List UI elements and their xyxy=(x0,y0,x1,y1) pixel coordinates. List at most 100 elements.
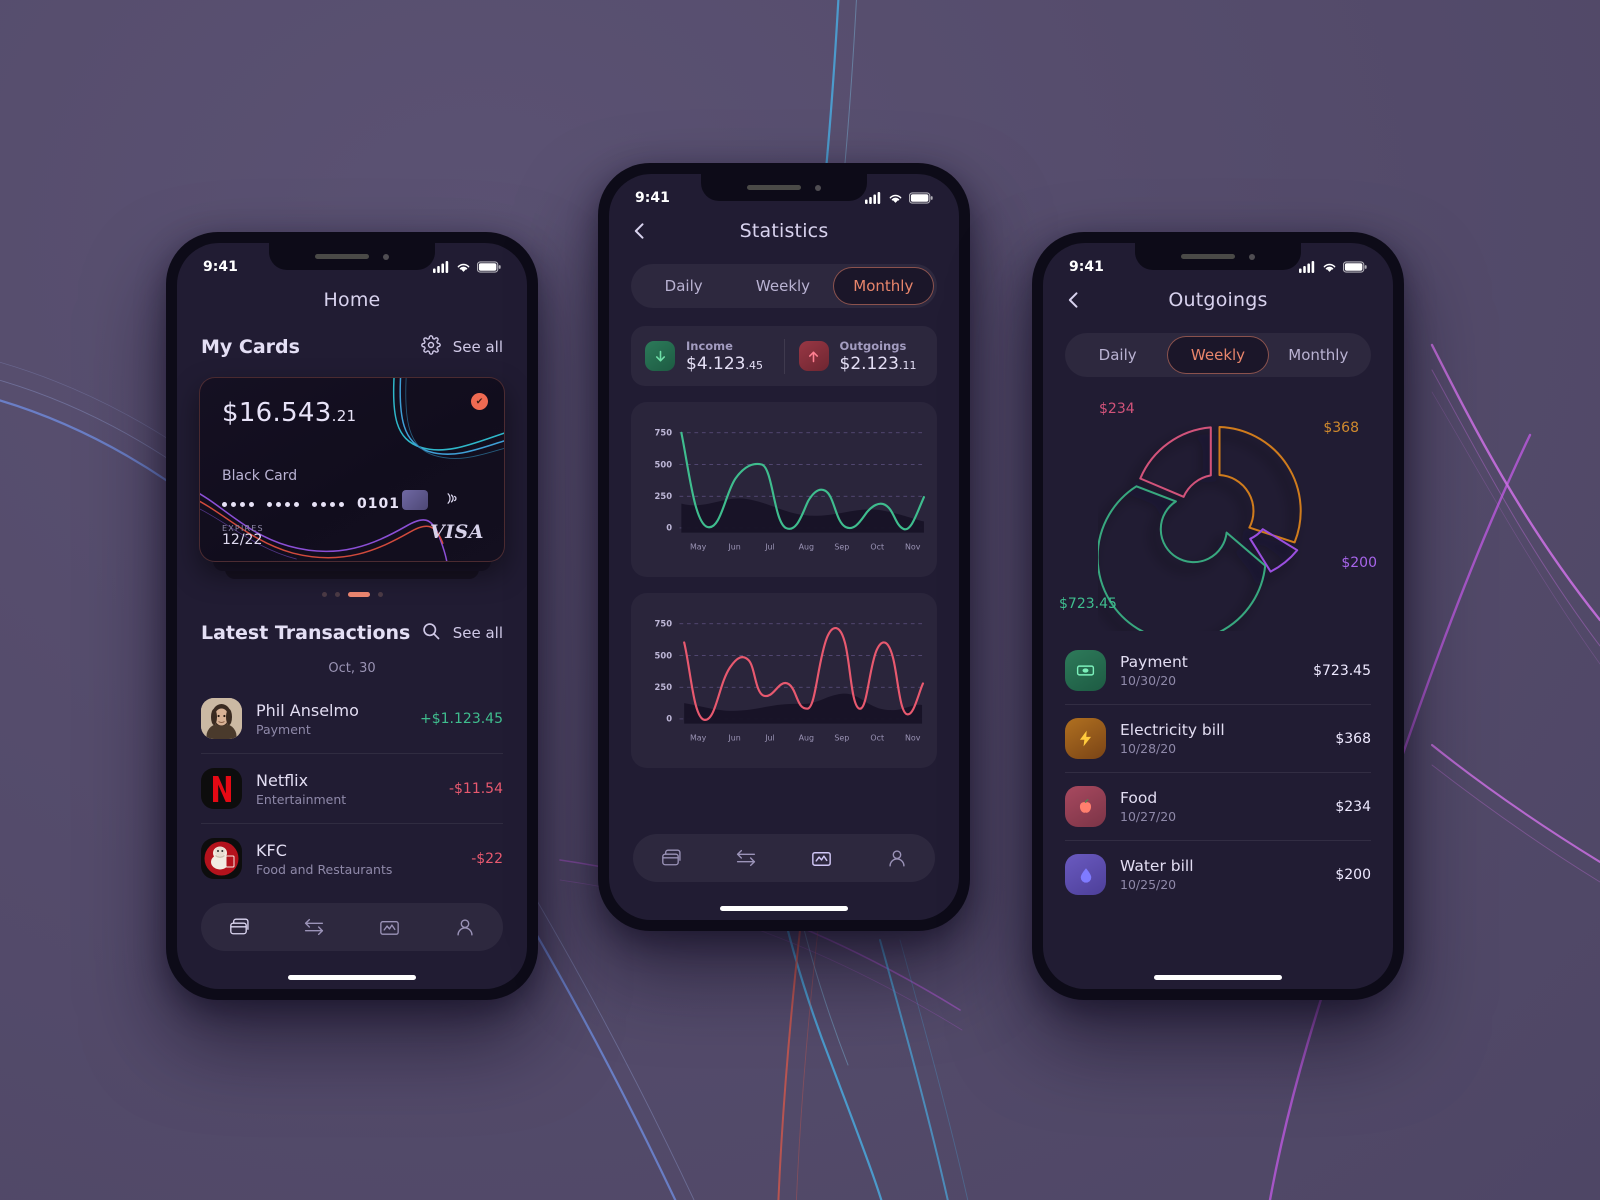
list-item[interactable]: Electricity bill 10/28/20 $368 xyxy=(1065,705,1371,773)
transaction-amount: -$11.54 xyxy=(448,780,503,797)
back-button[interactable] xyxy=(1061,287,1087,313)
bottom-tab-bar-statistics xyxy=(633,834,935,882)
tab-cards-icon[interactable] xyxy=(223,911,255,943)
status-time: 9:41 xyxy=(1069,258,1104,275)
outgoings-screen: 9:41 Outgoings Daily Weekly Monthly $234… xyxy=(1043,243,1393,989)
donut-label-food: $234 xyxy=(1099,401,1135,417)
x-axis-tick: Nov xyxy=(905,733,921,742)
notch xyxy=(269,243,435,270)
table-row[interactable]: Phil Anselmo Payment +$1.123.45 xyxy=(201,684,503,754)
cellular-signal-icon xyxy=(1299,260,1315,273)
transaction-name: Phil Anselmo xyxy=(256,700,359,720)
transactions-date: Oct, 30 xyxy=(328,661,376,676)
period-segmented-control-statistics: Daily Weekly Monthly xyxy=(631,264,937,308)
outgoings-value-cents: .11 xyxy=(898,358,917,372)
transactions-see-all[interactable]: See all xyxy=(453,624,503,642)
kfc-logo xyxy=(201,838,242,879)
card-balance-cents: .21 xyxy=(331,407,357,425)
speaker-icon xyxy=(747,185,801,190)
search-icon[interactable] xyxy=(421,621,441,645)
donut-label-electricity: $368 xyxy=(1323,420,1359,436)
battery-icon xyxy=(909,191,933,204)
card-number-dots-1 xyxy=(222,501,254,507)
transaction-category: Food and Restaurants xyxy=(256,861,393,877)
photo-avatar xyxy=(201,698,242,739)
pager-dot[interactable] xyxy=(377,592,383,597)
income-summary[interactable]: Income $4.123.45 xyxy=(631,339,784,374)
outgoings-summary[interactable]: Outgoings $2.123.11 xyxy=(783,338,938,374)
segment-weekly[interactable]: Weekly xyxy=(1167,336,1269,374)
donut-slice-food xyxy=(1139,426,1212,498)
gear-icon[interactable] xyxy=(420,335,441,359)
my-cards-see-all[interactable]: See all xyxy=(453,338,503,356)
droplet-glyph xyxy=(1080,867,1091,883)
credit-card[interactable]: $16.543.21 Black Card 0101 EXPIRES 12/22 xyxy=(199,377,505,562)
segment-weekly[interactable]: Weekly xyxy=(733,267,832,305)
segment-monthly[interactable]: Monthly xyxy=(832,267,934,305)
list-item[interactable]: Water bill 10/25/20 $200 xyxy=(1065,841,1371,908)
card-brand-visa: VISA xyxy=(429,521,484,543)
card-content: $16.543.21 Black Card 0101 EXPIRES 12/22 xyxy=(200,378,504,561)
droplet-icon xyxy=(1065,854,1106,895)
segment-daily[interactable]: Daily xyxy=(634,267,733,305)
pager-dot[interactable] xyxy=(321,592,327,597)
chevron-left-icon xyxy=(634,223,644,239)
y-axis-tick: 0 xyxy=(666,714,672,724)
battery-icon xyxy=(1343,260,1367,273)
status-time: 9:41 xyxy=(635,189,670,206)
segment-monthly[interactable]: Monthly xyxy=(1269,336,1368,374)
front-camera-icon xyxy=(1249,253,1255,260)
income-label: Income xyxy=(686,338,733,353)
table-row[interactable]: Netflix Entertainment -$11.54 xyxy=(201,754,503,824)
x-axis-tick: Oct xyxy=(870,542,884,551)
check-badge-icon: ✔ xyxy=(471,393,488,410)
tab-person-icon[interactable] xyxy=(881,842,913,874)
donut-label-payment: $723.45 xyxy=(1059,596,1117,612)
apple-glyph xyxy=(1079,799,1092,813)
table-row[interactable]: KFC Food and Restaurants -$22 xyxy=(201,824,503,893)
donut-slice-electricity xyxy=(1218,426,1302,544)
tab-transfer-arrows-icon[interactable] xyxy=(730,842,762,874)
outgoing-date: 10/30/20 xyxy=(1120,673,1177,688)
chevron-left-icon xyxy=(1068,292,1078,308)
transactions-list: Phil Anselmo Payment +$1.123.45 Netflix … xyxy=(177,684,527,893)
wifi-icon xyxy=(889,194,902,203)
card-carousel[interactable]: $16.543.21 Black Card 0101 EXPIRES 12/22 xyxy=(199,377,505,579)
tab-person-icon[interactable] xyxy=(449,911,481,943)
income-outgoings-summary: Income $4.123.45 Outgoings $2.123.11 xyxy=(631,326,937,386)
income-line-chart[interactable]: 750 500 250 0 May Jun Jul Aug Sep Oct No… xyxy=(631,402,937,577)
tab-cards-icon[interactable] xyxy=(655,842,687,874)
segment-daily[interactable]: Daily xyxy=(1068,336,1167,374)
card-number: 0101 xyxy=(222,496,400,512)
notch xyxy=(1135,243,1301,270)
list-item[interactable]: Payment 10/30/20 $723.45 xyxy=(1065,637,1371,705)
kfc-colonel-icon xyxy=(204,841,239,876)
x-axis-tick: Aug xyxy=(799,733,814,742)
outgoings-donut-chart[interactable]: $234 $368 $200 $723.45 xyxy=(1043,383,1393,633)
tab-chart-icon[interactable] xyxy=(374,911,406,943)
back-button[interactable] xyxy=(627,218,653,244)
status-time: 9:41 xyxy=(203,258,238,275)
outgoings-label: Outgoings xyxy=(839,338,907,353)
outgoing-name: Food xyxy=(1120,789,1158,807)
y-axis-tick: 750 xyxy=(655,428,673,438)
phone-outgoings: 9:41 Outgoings Daily Weekly Monthly $234… xyxy=(1032,232,1404,1000)
outgoings-line-chart[interactable]: 750 500 250 0 May Jun Jul Aug Sep Oct No… xyxy=(631,593,937,768)
lightning-bolt-glyph xyxy=(1079,730,1092,747)
tab-chart-icon[interactable] xyxy=(806,842,838,874)
card-pager[interactable] xyxy=(177,592,527,597)
y-axis-tick: 500 xyxy=(655,459,673,469)
pager-dot[interactable] xyxy=(334,592,340,597)
x-axis-tick: Nov xyxy=(905,542,921,551)
notch xyxy=(701,174,867,201)
x-axis-tick: Sep xyxy=(834,542,849,551)
x-axis-tick: Jun xyxy=(727,542,740,551)
speaker-icon xyxy=(1181,254,1235,259)
tab-transfer-arrows-icon[interactable] xyxy=(298,911,330,943)
outgoing-amount: $723.45 xyxy=(1313,662,1371,679)
income-value-cents: .45 xyxy=(745,358,763,372)
pager-dot-active[interactable] xyxy=(347,592,370,597)
phone-home: 9:41 Home My Cards See all $16.543.21 Bl… xyxy=(166,232,538,1000)
card-number-dots-3 xyxy=(312,501,344,507)
list-item[interactable]: Food 10/27/20 $234 xyxy=(1065,773,1371,841)
